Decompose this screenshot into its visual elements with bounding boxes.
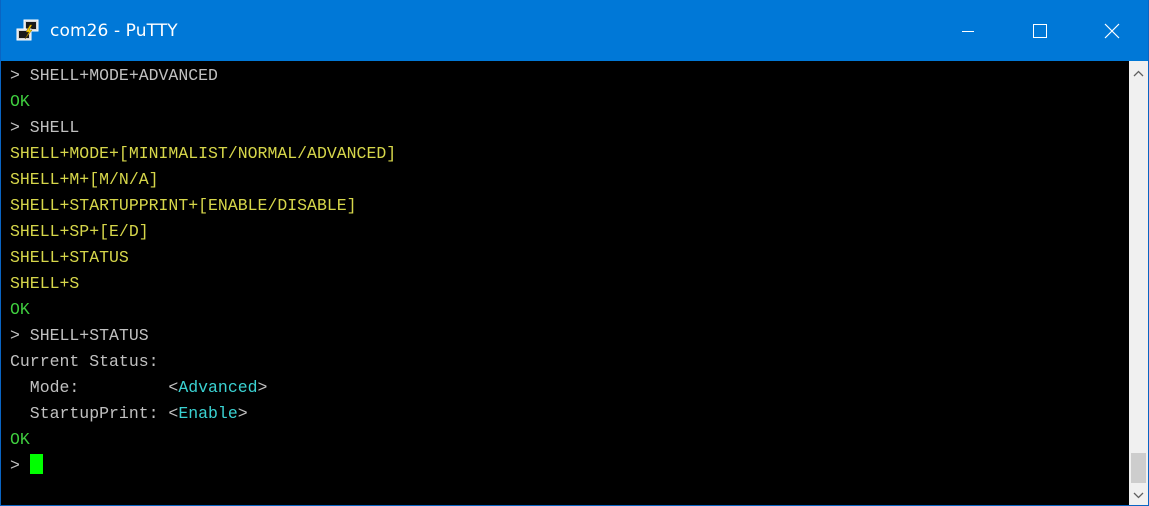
terminal-text: SHELL+M+[M/N/A] [10,170,159,189]
terminal-line: > SHELL+STATUS [10,323,149,349]
terminal-text: OK [10,92,30,111]
terminal-text: SHELL+STARTUPPRINT+[ENABLE/DISABLE] [10,196,357,215]
terminal-text: Mode: < [10,378,179,397]
terminal-text: SHELL+SP+[E/D] [10,222,149,241]
terminal-line: SHELL+S [10,271,79,297]
terminal-text: Enable [178,404,238,423]
terminal-line: SHELL+STATUS [10,245,129,271]
chevron-up-icon [1133,70,1144,76]
terminal-text: SHELL+S [10,274,80,293]
terminal-text: > [257,378,268,397]
minimize-button[interactable] [932,0,1004,61]
terminal-text: SHELL+MODE+[MINIMALIST/NORMAL/ADVANCED] [10,144,397,163]
terminal-line: OK [10,89,30,115]
terminal-text: SHELL+STATUS [10,248,129,267]
terminal-text: Advanced [178,378,258,397]
terminal-line: > [10,453,43,479]
terminal-line: SHELL+SP+[E/D] [10,219,149,245]
terminal-text: Current Status: [10,352,159,371]
terminal-text: > SHELL [10,118,80,137]
terminal-text: OK [10,430,30,449]
window-title: com26 - PuTTY [50,20,178,41]
terminal-text: > SHELL+STATUS [10,326,149,345]
scroll-down-button[interactable] [1129,485,1148,505]
terminal-line: Current Status: [10,349,159,375]
terminal-area[interactable]: > SHELL+MODE+ADVANCED OK > SHELL SHELL+MODE… [1,61,1129,505]
vertical-scrollbar[interactable] [1129,61,1148,505]
terminal-line: SHELL+STARTUPPRINT+[ENABLE/DISABLE] [10,193,357,219]
minimize-icon [962,30,974,32]
terminal-line: OK [10,427,30,453]
maximize-button[interactable] [1004,0,1076,61]
scrollbar-thumb[interactable] [1131,453,1146,483]
chevron-down-icon [1133,492,1144,498]
close-icon [1104,23,1120,38]
terminal-text: StartupPrint: < [10,404,179,423]
terminal-line: SHELL+M+[M/N/A] [10,167,159,193]
putty-window: com26 - PuTTY > SHELL+MODE+ADVANCED OK > S… [0,0,1149,506]
terminal-line: Mode: <Advanced> [10,375,268,401]
title-bar[interactable]: com26 - PuTTY [1,0,1148,61]
terminal-line: SHELL+MODE+[MINIMALIST/NORMAL/ADVANCED] [10,141,396,167]
window-controls [932,0,1148,61]
putty-icon[interactable] [15,18,41,44]
terminal-text: > [237,404,248,423]
terminal-text: OK [10,300,30,319]
maximize-icon [1033,23,1047,38]
terminal-line: > SHELL+MODE+ADVANCED [10,63,218,89]
terminal-line: StartupPrint: <Enable> [10,401,248,427]
terminal-line: > SHELL [10,115,79,141]
close-button[interactable] [1076,0,1148,61]
terminal-text: > SHELL+MODE+ADVANCED [10,66,218,85]
scroll-up-button[interactable] [1129,63,1148,83]
terminal-text: > [10,456,30,475]
text-cursor [29,454,43,474]
terminal-line: OK [10,297,30,323]
